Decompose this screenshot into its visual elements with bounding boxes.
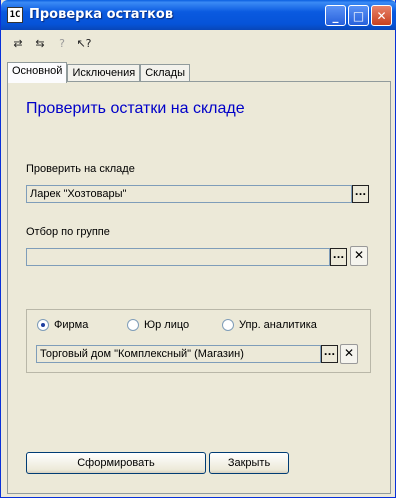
entity-clear-button[interactable]: ✕ [340,344,358,364]
dialog-window: 1C Проверка остатков _ □ ✕ ⇄ ⇆ ? ↖? Осно… [0,0,396,498]
page-title: Проверить остатки на складе [26,100,245,117]
radio-mgmt-analytics-label: Упр. аналитика [239,319,317,331]
warehouse-label: Проверить на складе [26,163,135,175]
group-filter-clear-button[interactable]: ✕ [350,246,368,266]
radio-firm-label: Фирма [54,319,89,331]
entity-select-button[interactable]: ... [321,345,338,363]
generate-button[interactable]: Сформировать [26,452,206,474]
minimize-button[interactable]: _ [325,5,346,26]
tab-main[interactable]: Основной [7,62,68,83]
close-window-button[interactable]: ✕ [371,5,392,26]
radio-legal-entity[interactable]: Юр лицо [127,319,189,331]
move-left-icon[interactable]: ⇄ [9,34,27,52]
entity-field[interactable]: Торговый дом "Комплексный" (Магазин) [36,345,321,363]
window-title: Проверка остатков [29,7,174,22]
title-bar[interactable]: 1C Проверка остатков _ □ ✕ [1,0,396,30]
tab-bar: Основной Исключения Склады [7,62,190,83]
radio-legal-entity-dot [127,319,139,331]
group-filter-field[interactable] [26,248,330,266]
warehouse-field[interactable]: Ларек "Хозтовары" [26,185,352,203]
tab-panel: Проверить остатки на складе Проверить на… [7,81,391,494]
group-filter-label: Отбор по группе [26,226,110,238]
maximize-button[interactable]: □ [348,5,369,26]
warehouse-select-button[interactable]: ... [352,185,369,203]
toolbar: ⇄ ⇆ ? ↖? [9,34,93,54]
app-icon: 1C [7,7,23,23]
radio-mgmt-analytics-dot [222,319,234,331]
move-right-icon[interactable]: ⇆ [31,34,49,52]
help-icon[interactable]: ? [53,34,71,52]
radio-firm-dot [37,319,49,331]
entity-groupbox: Фирма Юр лицо Упр. аналитика Торговый до… [26,309,371,373]
close-button[interactable]: Закрыть [209,452,289,474]
radio-mgmt-analytics[interactable]: Упр. аналитика [222,319,317,331]
radio-firm[interactable]: Фирма [37,319,88,331]
group-filter-select-button[interactable]: ... [330,248,347,266]
radio-legal-entity-label: Юр лицо [144,319,190,331]
context-help-icon[interactable]: ↖? [75,34,93,52]
